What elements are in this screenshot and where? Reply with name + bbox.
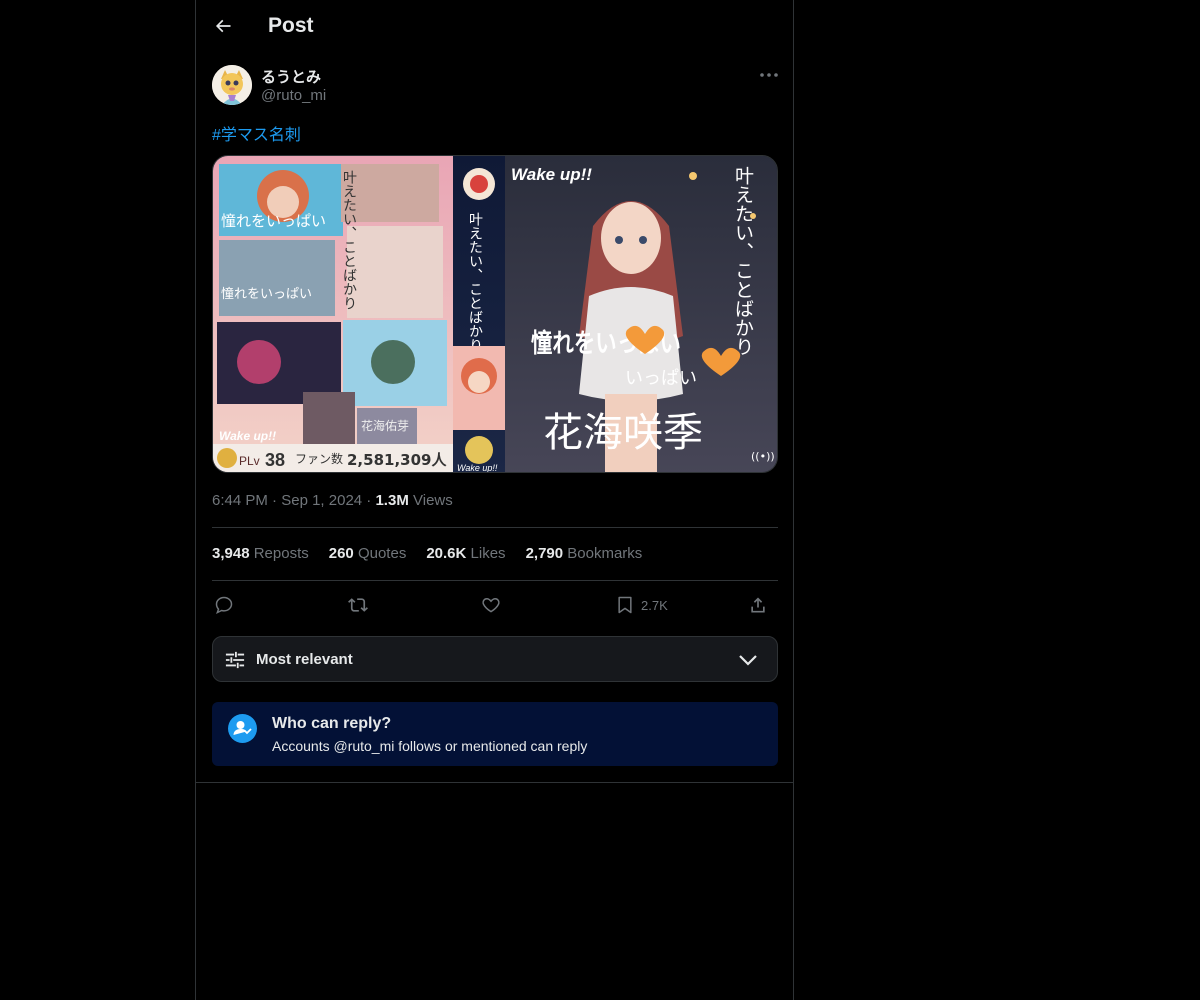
reposts-stat[interactable]: 3,948 Reposts — [212, 545, 309, 562]
wakeup-small-label: Wake up!! — [219, 429, 276, 443]
bookmarks-label: Bookmarks — [567, 545, 643, 562]
bookmarks-stat[interactable]: 2,790 Bookmarks — [526, 545, 643, 562]
main-column: Post るうとみ @ruto_mi #学マス名刺 PLv 38 ファン数 2,… — [195, 0, 794, 1000]
filter-sliders-icon — [225, 651, 245, 669]
quotes-count: 260 — [328, 545, 354, 562]
views-count: 1.3M — [375, 492, 409, 509]
signature-text: 花海咲季 — [543, 410, 703, 456]
reposts-label: Reposts — [253, 545, 309, 562]
reply-permission-icon — [228, 714, 257, 743]
fans-value: 2,581,309人 — [347, 451, 447, 469]
reply-sort-dropdown[interactable]: Most relevant — [212, 636, 778, 682]
reposts-count: 3,948 — [212, 545, 250, 562]
more-options-icon[interactable] — [758, 66, 780, 84]
akogare-small-label-2: 憧れをいっぱい — [221, 287, 312, 302]
reply-title: Who can reply? — [272, 715, 392, 732]
divider — [212, 580, 778, 581]
wakeup-title: Wake up!! — [511, 165, 592, 184]
engagement-stats: 3,948 Reposts 260 Quotes 20.6K Likes 2,7… — [212, 545, 642, 562]
likes-label: Likes — [470, 545, 506, 562]
quotes-stat[interactable]: 260 Quotes — [329, 545, 407, 562]
repost-button[interactable] — [347, 592, 369, 618]
share-icon — [751, 597, 765, 613]
back-arrow-icon[interactable] — [213, 16, 233, 36]
post-time[interactable]: 6:44 PM — [212, 492, 268, 509]
author-handle[interactable]: @ruto_mi — [261, 87, 326, 104]
ippai-label: いっぱい — [625, 368, 697, 389]
reply-button[interactable] — [214, 592, 234, 618]
repost-icon — [348, 598, 368, 612]
chevron-down-icon — [739, 655, 757, 666]
vertical-text-strip: 叶えたい、ことばかり — [467, 212, 483, 352]
plv-value: 38 — [265, 450, 285, 470]
sound-icon: ((•)) — [751, 450, 775, 463]
quotes-label: Quotes — [357, 545, 407, 562]
vertical-text-small: 叶えたい、ことばかり — [341, 170, 357, 310]
page-title: Post — [268, 14, 314, 37]
share-button[interactable] — [748, 592, 768, 618]
avatar-image — [212, 65, 252, 105]
reply-subtitle: Accounts @ruto_mi follows or mentioned c… — [272, 738, 588, 754]
media-artwork: PLv 38 ファン数 2,581,309人 Wake up!! 憧れをいっぱい… — [213, 156, 777, 473]
post-meta: 6:44 PM · Sep 1, 2024 · 1.3M Views — [212, 492, 453, 509]
header: Post — [196, 0, 793, 54]
hashtag-link[interactable]: #学マス名刺 — [212, 121, 301, 145]
likes-stat[interactable]: 20.6K Likes — [426, 545, 505, 562]
bookmark-button[interactable]: 2.7K — [615, 592, 668, 618]
post-date[interactable]: Sep 1, 2024 — [281, 492, 362, 509]
action-bar: 2.7K — [212, 592, 778, 620]
like-button[interactable] — [480, 592, 502, 618]
bookmarks-count: 2,790 — [525, 545, 564, 562]
meta-separator: · — [366, 492, 372, 509]
who-can-reply-notice: Who can reply? Accounts @ruto_mi follows… — [212, 702, 778, 766]
divider — [196, 782, 793, 783]
bookmark-icon — [618, 596, 632, 614]
reply-icon — [215, 596, 233, 614]
sort-label: Most relevant — [256, 651, 353, 668]
divider — [212, 527, 778, 528]
author-name[interactable]: るうとみ — [261, 66, 321, 87]
likes-count: 20.6K — [426, 545, 467, 562]
vertical-text-main: 叶えたい、ことばかり — [732, 166, 754, 356]
bookmark-count: 2.7K — [641, 597, 668, 613]
avatar[interactable] — [212, 65, 252, 105]
akogare-small-label: 憧れをいっぱい — [221, 212, 326, 230]
user-check-icon — [233, 721, 252, 735]
heart-icon — [482, 597, 500, 613]
mini-signature: 花海佑芽 — [361, 418, 409, 433]
plv-label: PLv — [239, 454, 260, 468]
wakeup-strip-label: Wake up!! — [457, 463, 498, 473]
meta-separator: · — [272, 492, 278, 509]
views-label: Views — [413, 492, 453, 509]
post-media-image[interactable]: PLv 38 ファン数 2,581,309人 Wake up!! 憧れをいっぱい… — [212, 155, 778, 473]
fans-label: ファン数 — [295, 451, 343, 466]
